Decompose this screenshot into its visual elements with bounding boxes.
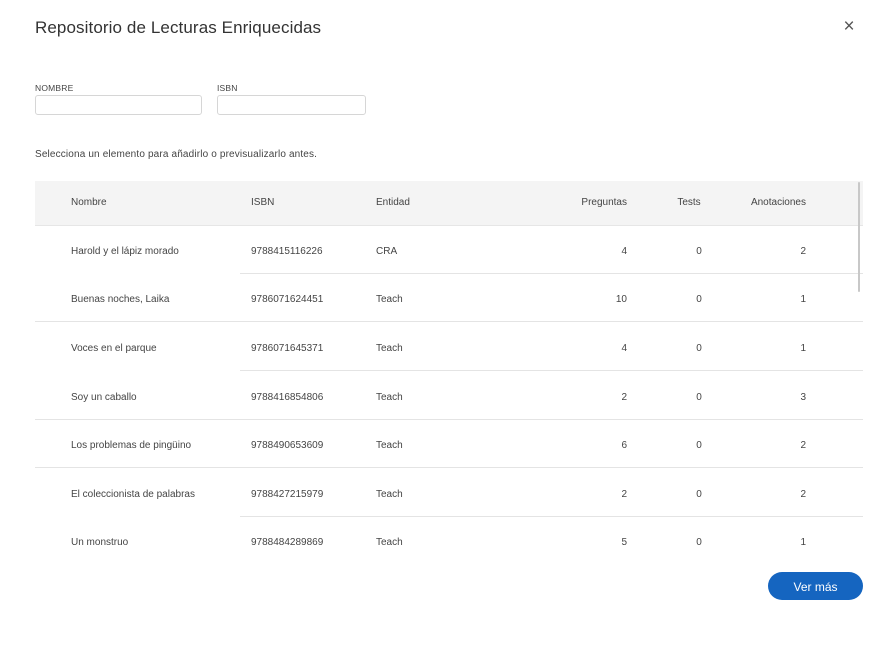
cell-tests: 0 (696, 440, 702, 451)
cell-anotaciones: 2 (800, 489, 806, 500)
cell-preguntas: 4 (621, 343, 627, 354)
cell-entidad: Teach (376, 489, 403, 500)
row-divider (240, 370, 863, 371)
table-scrollbar[interactable] (858, 182, 860, 292)
see-more-button[interactable]: Ver más (768, 572, 863, 600)
name-filter-input[interactable] (35, 95, 202, 115)
cell-tests: 0 (696, 489, 702, 500)
cell-preguntas: 4 (621, 246, 627, 257)
cell-anotaciones: 1 (800, 343, 806, 354)
cell-entidad: Teach (376, 343, 403, 354)
close-icon[interactable]: × (840, 17, 858, 37)
name-filter-label: NOMBRE (35, 83, 74, 93)
table-row[interactable]: El coleccionista de palabras 97884272159… (35, 469, 863, 517)
cell-tests: 0 (696, 537, 702, 548)
table-row[interactable]: Un monstruo 9788484289869 Teach 5 0 1 (35, 517, 863, 565)
cell-isbn: 9788427215979 (251, 489, 324, 500)
cell-tests: 0 (696, 294, 702, 305)
cell-entidad: Teach (376, 440, 403, 451)
cell-tests: 0 (696, 246, 702, 257)
cell-nombre: Harold y el lápiz morado (71, 246, 179, 257)
cell-isbn: 9788416854806 (251, 392, 324, 403)
cell-anotaciones: 1 (800, 537, 806, 548)
isbn-filter-label: ISBN (217, 83, 238, 93)
cell-entidad: Teach (376, 294, 403, 305)
column-header-isbn[interactable]: ISBN (251, 197, 274, 208)
cell-entidad: CRA (376, 246, 398, 257)
cell-anotaciones: 1 (800, 294, 806, 305)
cell-preguntas: 2 (621, 392, 627, 403)
readings-table: Nombre ISBN Entidad Preguntas Tests Anot… (35, 181, 863, 566)
row-divider (35, 321, 863, 322)
cell-preguntas: 5 (621, 537, 627, 548)
cell-isbn: 9788490653609 (251, 440, 324, 451)
cell-nombre: Voces en el parque (71, 343, 157, 354)
column-header-tests[interactable]: Tests (665, 197, 713, 208)
selection-hint: Selecciona un elemento para añadirlo o p… (35, 149, 318, 160)
column-header-nombre[interactable]: Nombre (71, 197, 107, 208)
table-header: Nombre ISBN Entidad Preguntas Tests Anot… (35, 181, 863, 226)
cell-nombre: Soy un caballo (71, 392, 137, 403)
row-divider (35, 467, 863, 468)
table-row[interactable]: Buenas noches, Laika 9786071624451 Teach… (35, 274, 863, 322)
dialog-title: Repositorio de Lecturas Enriquecidas (35, 18, 322, 37)
column-header-entidad[interactable]: Entidad (376, 197, 410, 208)
cell-preguntas: 10 (615, 294, 627, 305)
reading-repository-dialog: Repositorio de Lecturas Enriquecidas × N… (0, 0, 895, 647)
cell-anotaciones: 2 (800, 440, 806, 451)
cell-nombre: Los problemas de pingüino (71, 440, 192, 451)
cell-entidad: Teach (376, 537, 403, 548)
cell-isbn: 9786071624451 (251, 294, 324, 305)
cell-preguntas: 2 (621, 489, 627, 500)
cell-isbn: 9788484289869 (251, 537, 324, 548)
cell-nombre: Un monstruo (71, 537, 129, 548)
cell-anotaciones: 3 (800, 392, 806, 403)
cell-anotaciones: 2 (800, 246, 806, 257)
cell-isbn: 9786071645371 (251, 343, 324, 354)
cell-entidad: Teach (376, 392, 403, 403)
table-row[interactable]: Voces en el parque 9786071645371 Teach 4… (35, 323, 863, 371)
cell-preguntas: 6 (621, 440, 627, 451)
table-row[interactable]: Harold y el lápiz morado 9788415116226 C… (35, 226, 863, 274)
cell-tests: 0 (696, 392, 702, 403)
cell-tests: 0 (696, 343, 702, 354)
cell-isbn: 9788415116226 (251, 246, 323, 257)
column-header-anotaciones[interactable]: Anotaciones (735, 197, 806, 208)
column-header-preguntas[interactable]: Preguntas (555, 197, 627, 208)
cell-nombre: Buenas noches, Laika (71, 294, 170, 305)
table-row[interactable]: Soy un caballo 9788416854806 Teach 2 0 3 (35, 372, 863, 420)
cell-nombre: El coleccionista de palabras (71, 489, 195, 500)
isbn-filter-input[interactable] (217, 95, 366, 115)
table-row[interactable]: Los problemas de pingüino 9788490653609 … (35, 420, 863, 468)
